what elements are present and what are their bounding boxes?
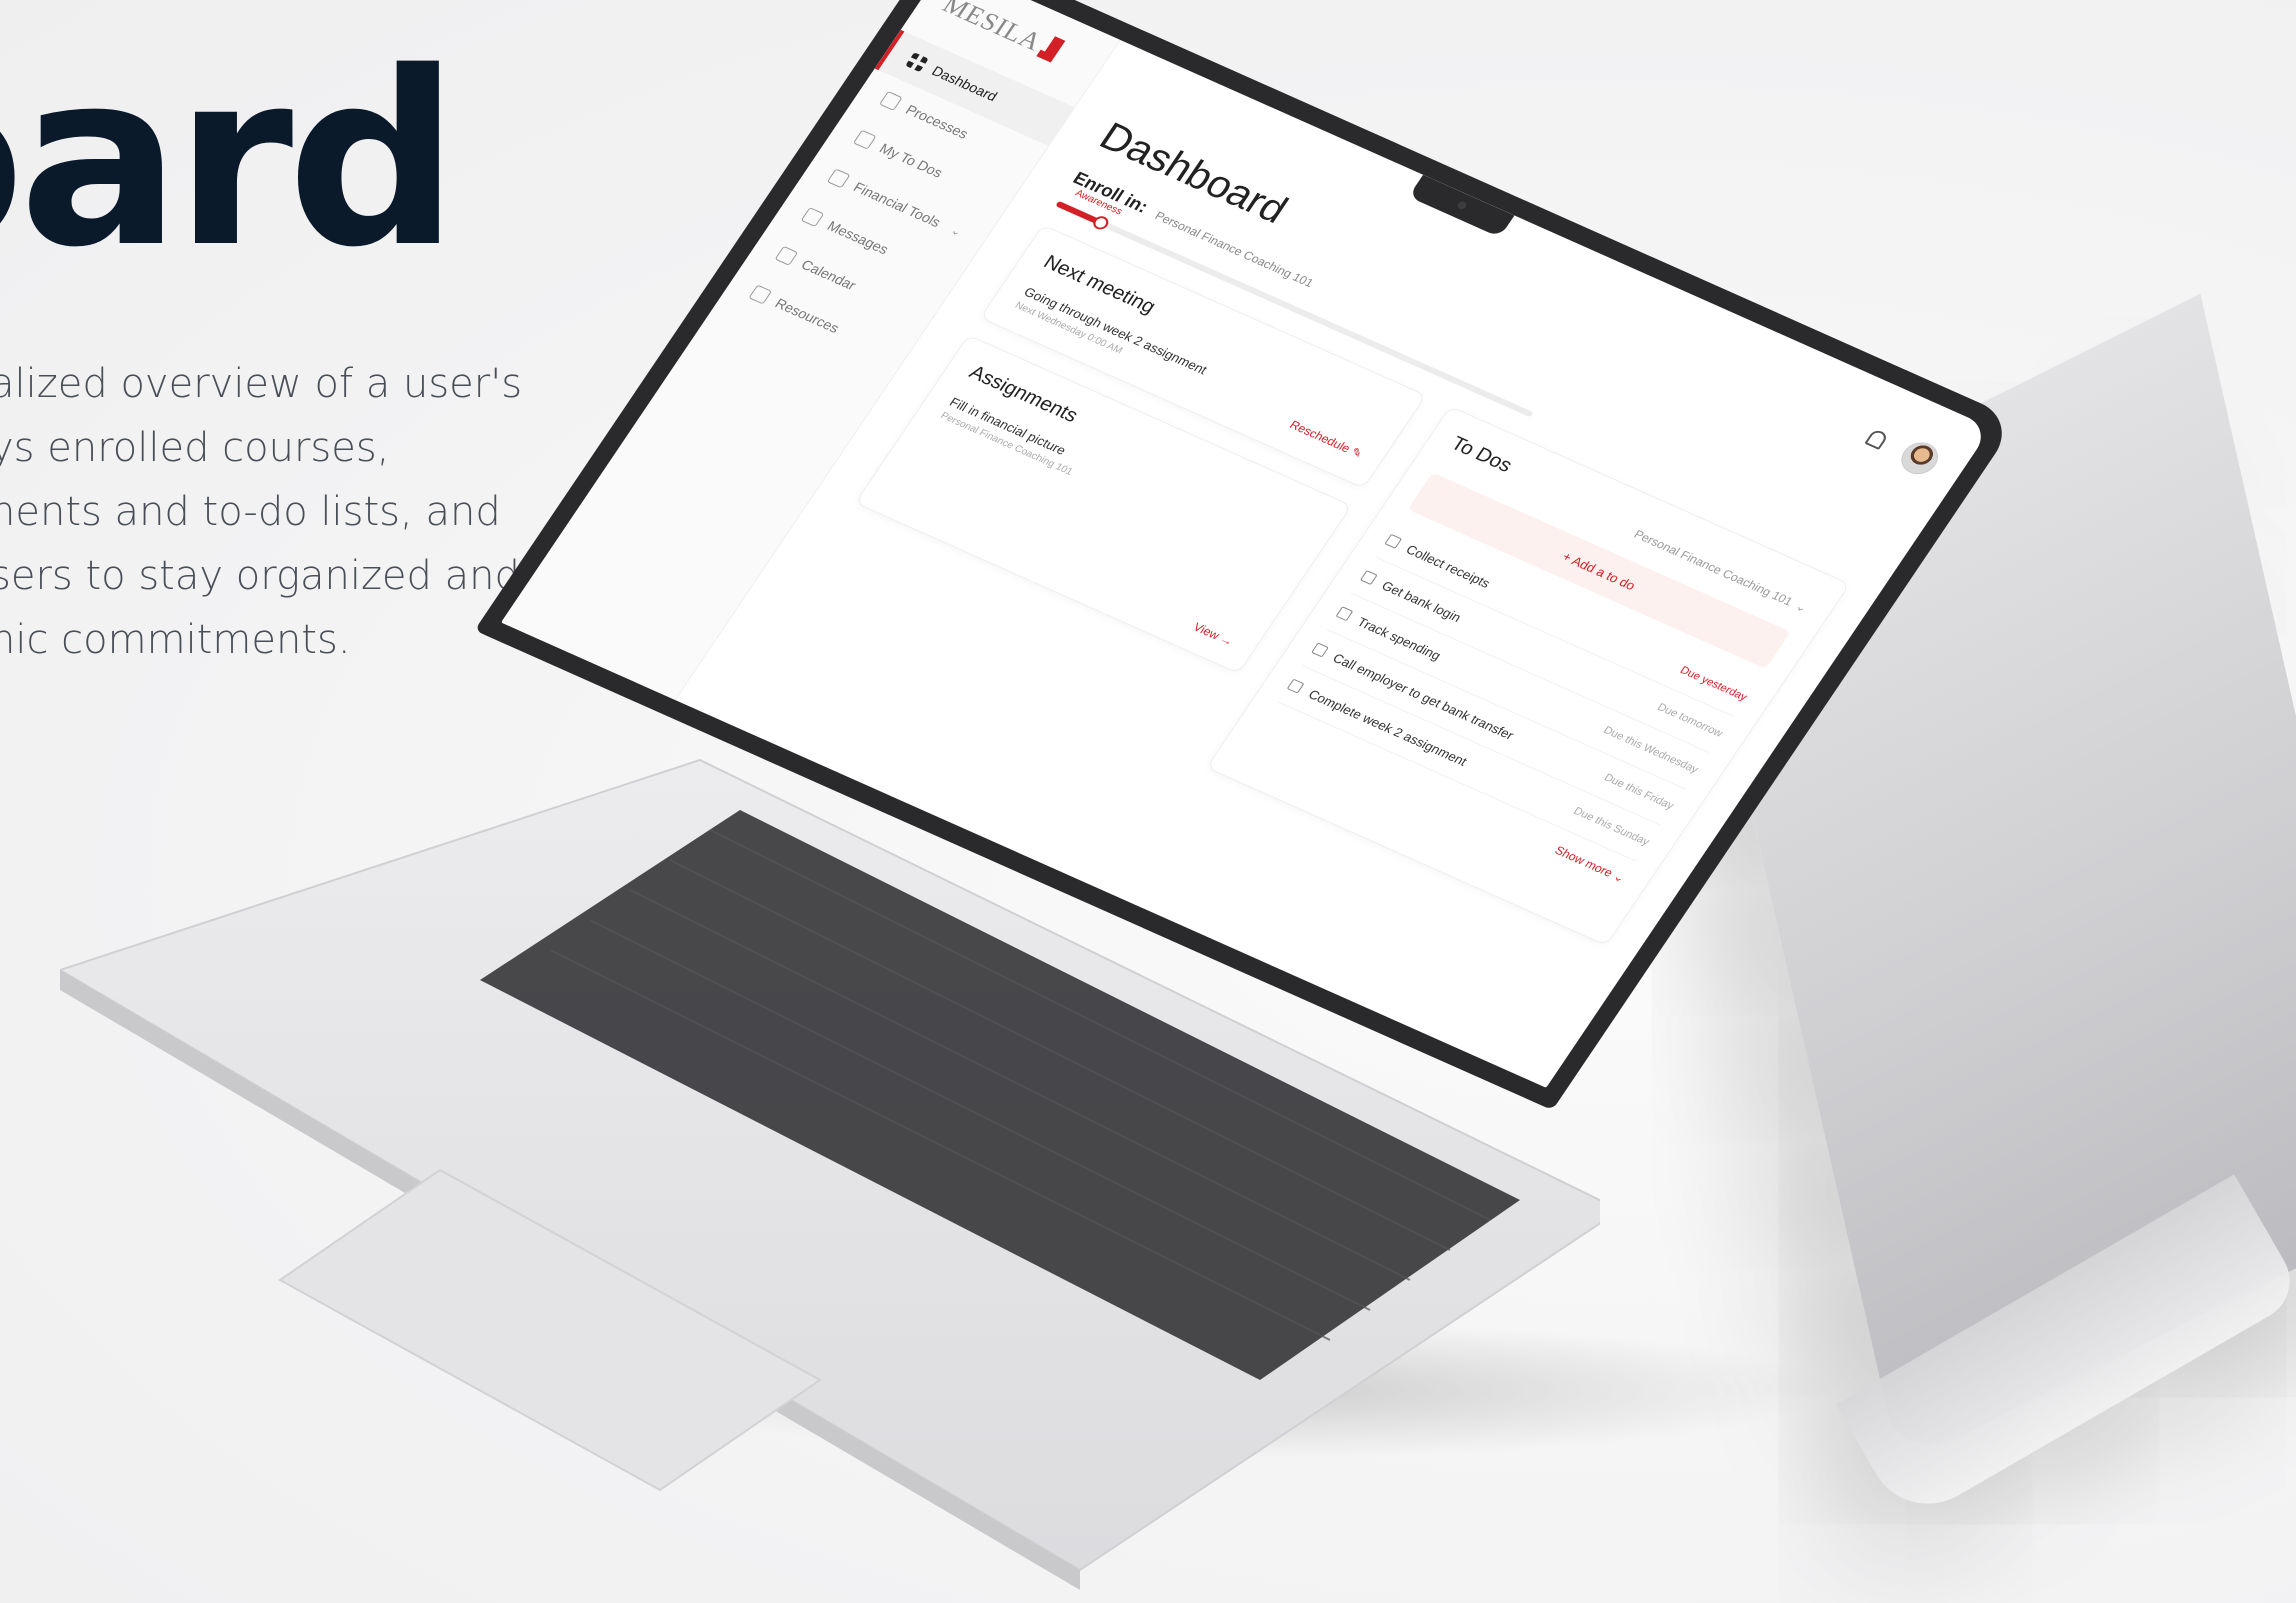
camera-icon [1456, 200, 1468, 211]
dashboard-grid: Next meeting Going through week 2 assign… [799, 224, 1851, 946]
sidebar-item-label: Resources [772, 295, 843, 336]
calendar-icon [774, 245, 799, 266]
hero-title: oard [0, 20, 459, 300]
document-icon [879, 90, 903, 111]
book-icon [748, 284, 773, 305]
hero-description-line: alized overview of a user's [0, 361, 523, 407]
todo-checkbox[interactable] [1384, 533, 1403, 549]
chevron-down-icon: ⌄ [1793, 598, 1811, 615]
chevron-down-icon: ⌄ [948, 224, 964, 239]
calculator-icon [826, 168, 851, 189]
hero-description-line: ys enrolled courses, [0, 425, 390, 471]
logo-text: MESILA [937, 0, 1048, 57]
todos-title: To Dos [1446, 432, 1517, 477]
bell-icon[interactable] [1864, 428, 1890, 450]
todo-checkbox[interactable] [1311, 642, 1329, 658]
grid-icon [905, 52, 929, 73]
checklist-icon [852, 129, 877, 150]
presentation-stage: oard alized overview of a user's ys enro… [0, 0, 2296, 1603]
view-assignment-link[interactable]: View → [1191, 620, 1237, 649]
todo-checkbox[interactable] [1335, 606, 1354, 622]
sidebar-item-label: Calendar [798, 256, 860, 293]
todo-checkbox[interactable] [1286, 678, 1305, 694]
hero-description-line: nents and to-do lists, and [0, 489, 501, 535]
todo-checkbox[interactable] [1359, 570, 1378, 586]
message-icon [800, 207, 825, 228]
